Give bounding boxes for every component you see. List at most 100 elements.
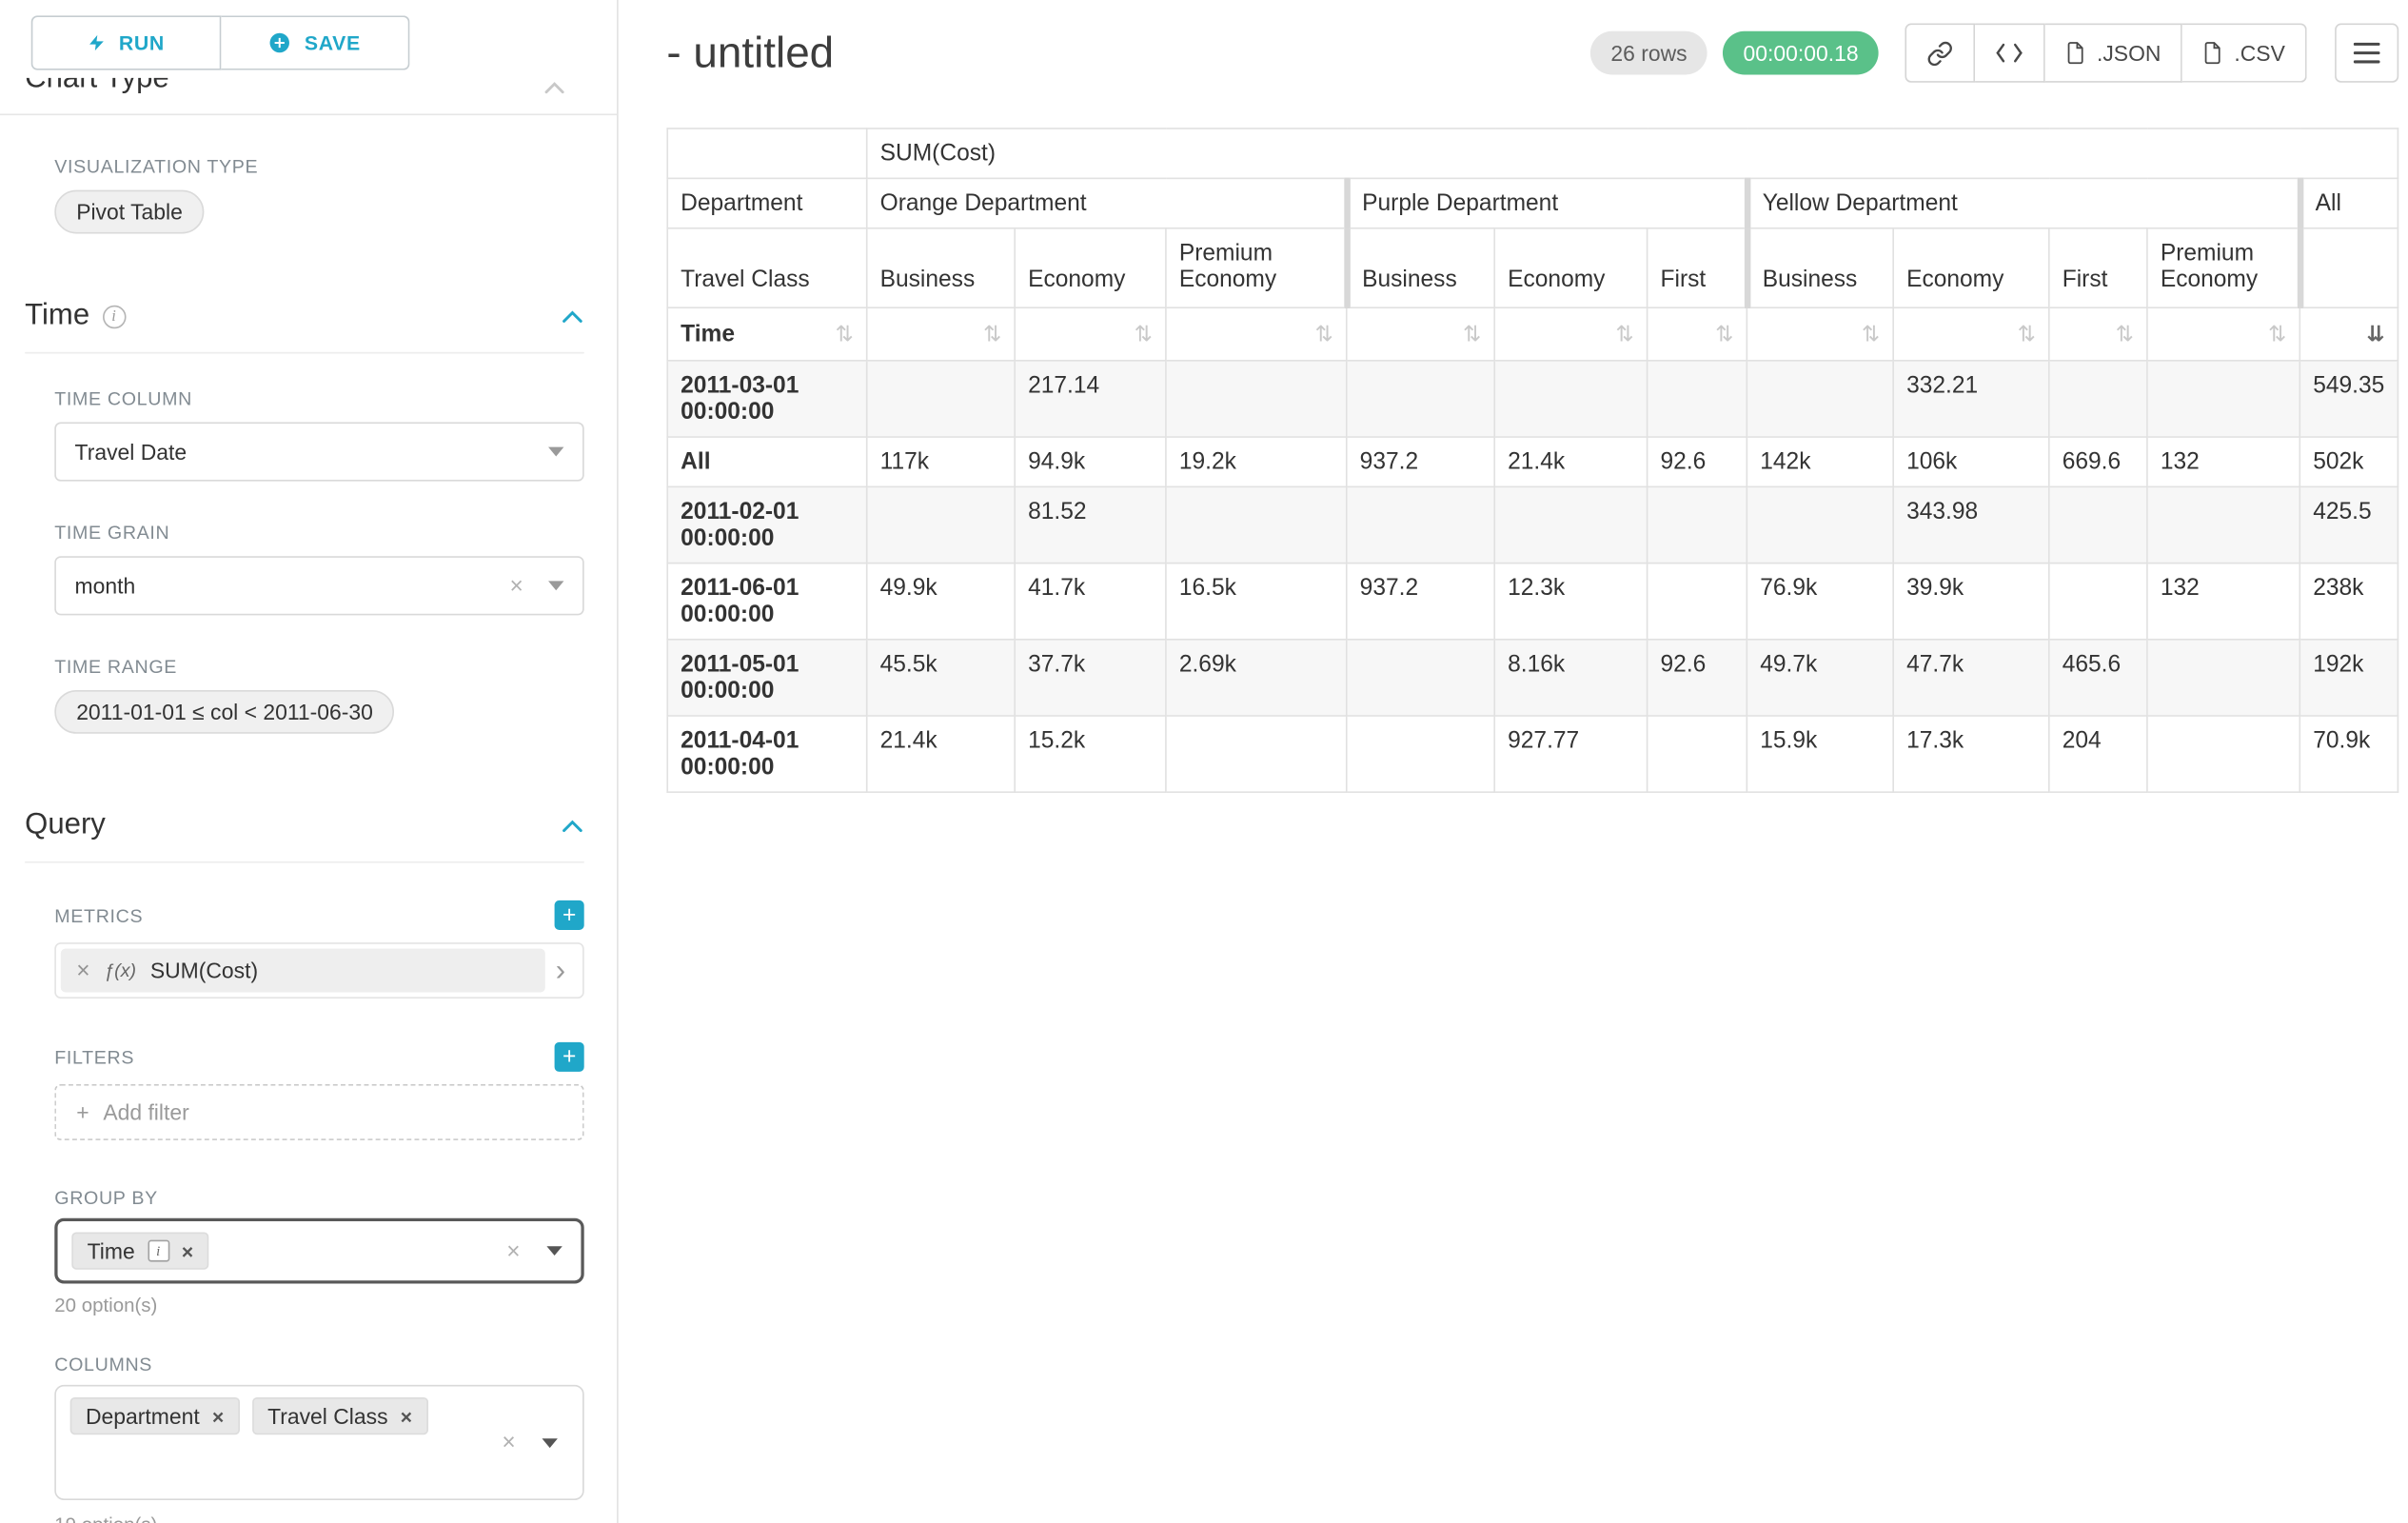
- add-filter-plus-button[interactable]: +: [555, 1042, 584, 1072]
- pivot-cell: [1166, 716, 1347, 792]
- clipped-section-title: Chart Type: [25, 78, 584, 100]
- column-header: Economy: [1015, 228, 1166, 307]
- sort-row: Time ⇅ ⇅ ⇅ ⇅ ⇅ ⇅ ⇅ ⇅ ⇅ ⇅ ⇅ ⇊: [667, 307, 2398, 361]
- lightning-icon: [88, 31, 107, 55]
- time-range-pill[interactable]: 2011-01-01 ≤ col < 2011-06-30: [54, 690, 395, 734]
- sort-icon[interactable]: ⇅: [1315, 321, 1333, 346]
- pivot-cell: 37.7k: [1015, 640, 1166, 716]
- caret-down-icon[interactable]: [548, 581, 563, 590]
- sort-header[interactable]: ⇅: [1347, 307, 1494, 361]
- caret-down-icon[interactable]: [548, 447, 563, 457]
- pivot-cell: 106k: [1893, 437, 2049, 486]
- sort-header[interactable]: ⇅: [1893, 307, 2049, 361]
- pivot-cell: 47.7k: [1893, 640, 2049, 716]
- metric-header-cell: SUM(Cost): [867, 129, 2398, 178]
- table-row: 2011-05-01 00:00:0045.5k37.7k2.69k8.16k9…: [667, 640, 2398, 716]
- caret-down-icon[interactable]: [546, 1246, 562, 1256]
- columns-tag-label: Department: [86, 1403, 200, 1428]
- sort-icon[interactable]: ⇅: [2268, 321, 2286, 346]
- pivot-cell: [1648, 564, 1747, 640]
- sort-header[interactable]: ⇅: [1494, 307, 1647, 361]
- sort-header[interactable]: ⇅: [1015, 307, 1166, 361]
- chart-title[interactable]: - untitled: [666, 28, 834, 77]
- query-section-header[interactable]: Query: [25, 808, 584, 862]
- sort-icon[interactable]: ⇅: [2018, 321, 2036, 346]
- caret-right-icon[interactable]: ›: [556, 956, 565, 985]
- sort-header[interactable]: ⇅: [1166, 307, 1347, 361]
- pivot-cell: 238k: [2299, 564, 2398, 640]
- sort-icon[interactable]: ⇅: [1463, 321, 1481, 346]
- run-button[interactable]: RUN: [31, 15, 222, 69]
- group-by-tag[interactable]: Time i ×: [71, 1232, 208, 1269]
- visualization-type-pill[interactable]: Pivot Table: [54, 190, 204, 234]
- remove-metric-icon[interactable]: ×: [76, 959, 89, 982]
- corner-cell: [667, 129, 866, 178]
- time-grain-select[interactable]: month ×: [54, 556, 583, 615]
- add-filter-label: Add filter: [103, 1099, 188, 1124]
- sort-header[interactable]: ⇅: [2049, 307, 2147, 361]
- add-filter-button[interactable]: + Add filter: [54, 1084, 583, 1140]
- sort-header-time[interactable]: Time ⇅: [667, 307, 866, 361]
- pivot-cell: 15.2k: [1015, 716, 1166, 792]
- sort-icon[interactable]: ⇅: [836, 321, 854, 346]
- travel-class-corner-cell: Travel Class: [667, 228, 866, 307]
- view-query-button[interactable]: [1975, 24, 2045, 83]
- info-icon[interactable]: i: [102, 305, 126, 328]
- save-button[interactable]: SAVE: [221, 15, 409, 69]
- chevron-up-icon[interactable]: [561, 819, 584, 833]
- sort-icon[interactable]: ⇅: [983, 321, 1001, 346]
- pivot-cell: [1166, 361, 1347, 437]
- file-icon: [2065, 41, 2085, 66]
- columns-tag[interactable]: Department ×: [70, 1397, 240, 1434]
- sidebar-divider: [0, 113, 617, 115]
- sort-header[interactable]: ⇅: [2147, 307, 2299, 361]
- sort-header[interactable]: ⇅: [1747, 307, 1893, 361]
- add-metric-button[interactable]: +: [555, 900, 584, 930]
- pivot-cell: [1747, 361, 1893, 437]
- pivot-cell: 70.9k: [2299, 716, 2398, 792]
- row-header: 2011-06-01 00:00:00: [667, 564, 866, 640]
- metric-pill[interactable]: × ƒ(x) SUM(Cost): [61, 949, 544, 993]
- sort-header-all[interactable]: ⇊: [2299, 307, 2398, 361]
- sort-icon[interactable]: ⇅: [1135, 321, 1153, 346]
- sort-header[interactable]: ⇅: [867, 307, 1015, 361]
- sort-icon[interactable]: ⇅: [1715, 321, 1733, 346]
- clear-icon[interactable]: ×: [502, 1431, 515, 1454]
- remove-tag-icon[interactable]: ×: [212, 1406, 224, 1426]
- run-button-label: RUN: [119, 31, 165, 55]
- time-section-header[interactable]: Time i: [25, 299, 584, 353]
- clear-icon[interactable]: ×: [506, 1239, 520, 1263]
- remove-tag-icon[interactable]: ×: [401, 1406, 412, 1426]
- table-row: All117k94.9k19.2k937.221.4k92.6142k106k6…: [667, 437, 2398, 486]
- sort-icon[interactable]: ⇅: [2116, 321, 2134, 346]
- column-info-icon[interactable]: i: [148, 1240, 169, 1262]
- sort-icon[interactable]: ⇅: [1862, 321, 1880, 346]
- pivot-cell: [2147, 361, 2299, 437]
- pivot-cell: 92.6: [1648, 640, 1747, 716]
- time-row-label: Time: [681, 321, 735, 347]
- column-header: Economy: [1893, 228, 2049, 307]
- pivot-cell: [1347, 716, 1494, 792]
- sort-header[interactable]: ⇅: [1648, 307, 1747, 361]
- remove-tag-icon[interactable]: ×: [182, 1240, 193, 1260]
- group-by-select[interactable]: Time i × ×: [54, 1218, 583, 1284]
- time-column-select[interactable]: Travel Date: [54, 422, 583, 481]
- clear-icon[interactable]: ×: [510, 574, 523, 598]
- pivot-cell: 669.6: [2049, 437, 2147, 486]
- sort-desc-icon[interactable]: ⇊: [2366, 321, 2384, 346]
- travel-class-header-row: Travel Class Business Economy Premium Ec…: [667, 228, 2398, 307]
- chevron-up-icon[interactable]: [561, 309, 584, 324]
- sort-icon[interactable]: ⇅: [1615, 321, 1633, 346]
- copy-link-button[interactable]: [1905, 24, 1976, 83]
- column-header: [2299, 228, 2398, 307]
- caret-down-icon[interactable]: [543, 1437, 558, 1447]
- chart-menu-button[interactable]: [2335, 24, 2398, 83]
- export-csv-button[interactable]: .CSV: [2182, 24, 2306, 83]
- row-header: 2011-02-01 00:00:00: [667, 486, 866, 563]
- columns-select[interactable]: Department × Travel Class × ×: [54, 1385, 583, 1500]
- function-icon: ƒ(x): [104, 959, 136, 981]
- metric-name: SUM(Cost): [150, 958, 258, 982]
- metrics-label: METRICS: [54, 904, 143, 926]
- export-json-button[interactable]: .JSON: [2045, 24, 2182, 83]
- columns-tag[interactable]: Travel Class ×: [252, 1397, 428, 1434]
